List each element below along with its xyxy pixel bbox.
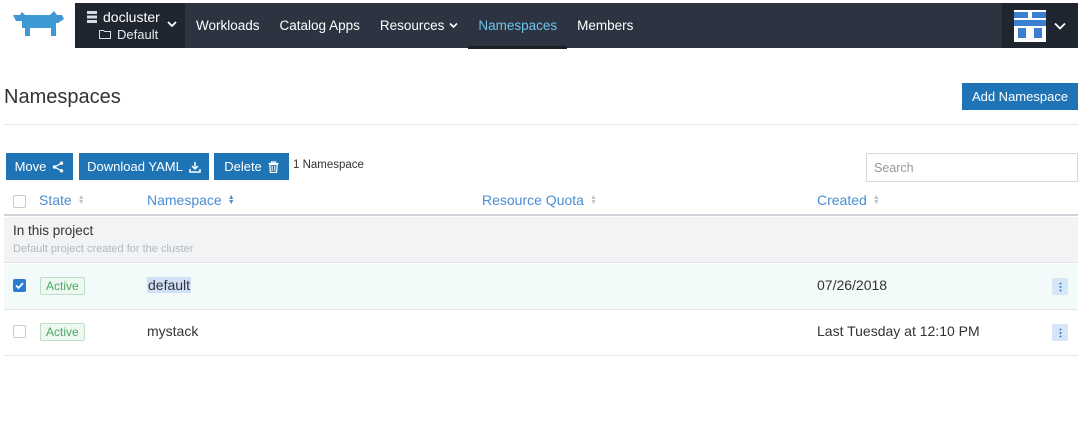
created-date: Last Tuesday at 12:10 PM — [817, 323, 980, 339]
rancher-cow-logo-icon — [12, 11, 64, 36]
chevron-down-icon — [167, 21, 177, 28]
more-vertical-icon — [1059, 328, 1061, 337]
nav-label: Members — [577, 18, 634, 33]
created-date: 07/26/2018 — [817, 277, 888, 293]
column-resource-quota[interactable]: Resource Quota ▲ ▼ — [482, 192, 597, 208]
namespace-name[interactable]: mystack — [147, 323, 198, 339]
row-actions-button[interactable] — [1052, 324, 1068, 341]
nav-item-members[interactable]: Members — [567, 3, 643, 48]
column-label: Created — [817, 192, 867, 208]
chevron-down-icon — [449, 22, 458, 29]
header-divider — [4, 124, 1078, 125]
nav-item-workloads[interactable]: Workloads — [185, 3, 270, 48]
page-title: Namespaces — [4, 86, 121, 108]
table-row[interactable]: Active default 07/26/2018 — [4, 264, 1078, 310]
nav-label: Catalog Apps — [279, 18, 360, 33]
nav-label: Workloads — [196, 18, 260, 33]
avatar — [1014, 9, 1046, 42]
delete-label: Delete — [224, 159, 262, 174]
trash-icon — [268, 160, 279, 173]
table-row[interactable]: Active mystack Last Tuesday at 12:10 PM — [4, 310, 1078, 356]
move-label: Move — [14, 159, 47, 174]
column-label: Namespace — [147, 192, 222, 208]
nav-label: Namespaces — [478, 18, 558, 33]
user-menu[interactable] — [1002, 3, 1078, 48]
column-label: State — [39, 192, 72, 208]
nav-item-namespaces[interactable]: Namespaces — [468, 3, 567, 49]
sort-icon: ▲ ▼ — [872, 194, 880, 206]
table-header: State ▲ ▼ Namespace ▲ ▼ Resource Quota ▲ ▼ … — [4, 188, 1078, 216]
download-icon — [189, 161, 201, 173]
cluster-name: docluster — [103, 8, 160, 25]
sort-icon: ▲ ▼ — [589, 194, 597, 206]
top-nav-bar: docluster Default Workloads Catalog Apps… — [75, 3, 1078, 49]
nav-label: Resources — [379, 18, 445, 33]
project-name: Default — [117, 26, 159, 42]
sort-icon: ▲ ▼ — [227, 194, 235, 206]
delete-button[interactable]: Delete — [214, 153, 289, 180]
namespace-name[interactable]: default — [147, 277, 192, 293]
group-subtitle: Default project created for the cluster — [13, 243, 194, 255]
download-yaml-label: Download YAML — [87, 159, 183, 174]
search-input[interactable] — [866, 153, 1078, 182]
row-checkbox[interactable] — [13, 279, 26, 292]
move-button[interactable]: Move — [6, 153, 73, 180]
rancher-logo[interactable] — [0, 0, 75, 48]
column-namespace[interactable]: Namespace ▲ ▼ — [147, 192, 235, 208]
main-nav: Workloads Catalog Apps Resources Namespa… — [185, 3, 643, 49]
project-group-header: In this project Default project created … — [4, 217, 1078, 263]
checkmark-icon — [15, 282, 24, 290]
row-actions-button[interactable] — [1052, 278, 1068, 295]
nav-item-resources[interactable]: Resources — [370, 3, 469, 48]
select-all-checkbox[interactable] — [13, 195, 26, 208]
nav-item-catalog-apps[interactable]: Catalog Apps — [270, 3, 370, 48]
cluster-project-switcher[interactable]: docluster Default — [75, 3, 185, 48]
status-badge: Active — [40, 277, 85, 295]
share-icon — [53, 161, 64, 172]
more-vertical-icon — [1059, 282, 1061, 291]
download-yaml-button[interactable]: Download YAML — [79, 153, 209, 180]
cluster-icon — [87, 11, 97, 23]
chevron-down-icon — [1054, 22, 1066, 30]
namespace-count: 1 Namespace — [293, 159, 364, 171]
folder-icon — [99, 30, 111, 39]
row-checkbox[interactable] — [13, 325, 26, 338]
column-created[interactable]: Created ▲ ▼ — [817, 192, 880, 208]
column-state[interactable]: State ▲ ▼ — [39, 192, 85, 208]
status-badge: Active — [40, 323, 85, 341]
sort-icon: ▲ ▼ — [77, 194, 85, 206]
group-title: In this project — [13, 223, 94, 238]
column-label: Resource Quota — [482, 192, 584, 208]
add-namespace-button[interactable]: Add Namespace — [962, 83, 1078, 110]
